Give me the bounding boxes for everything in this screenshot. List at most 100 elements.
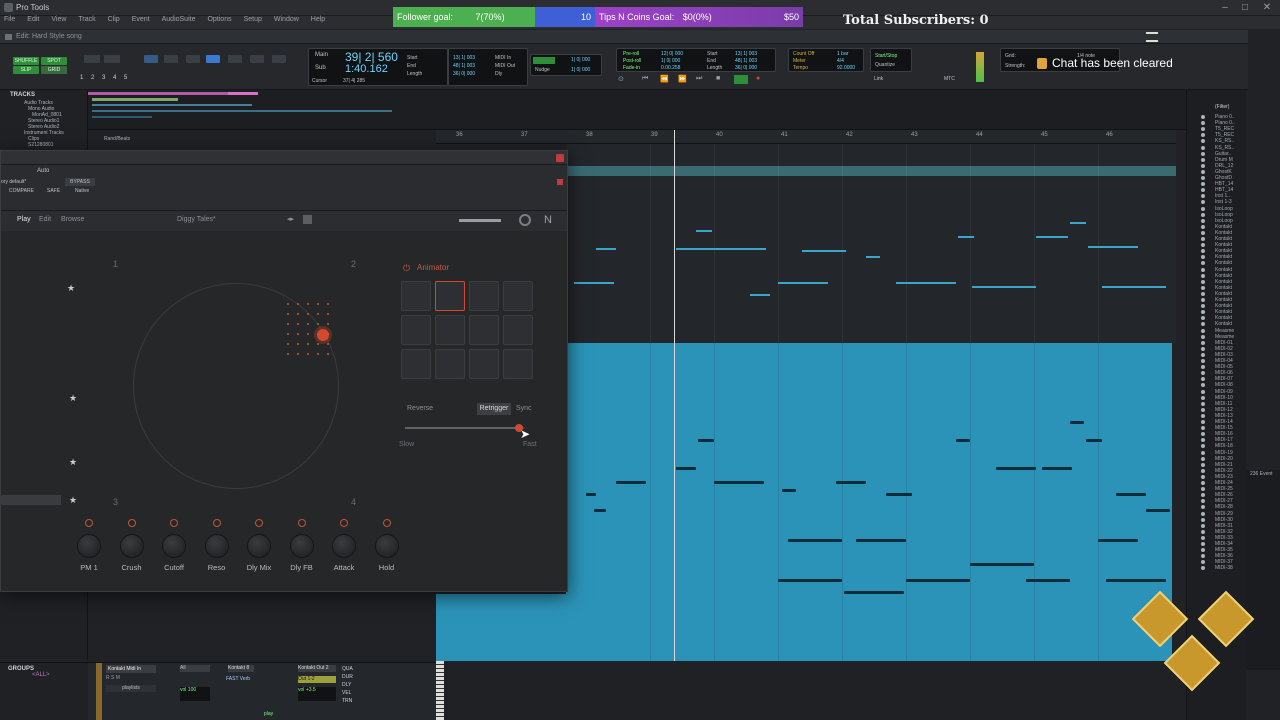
clip-list-item[interactable]: MIDI-12: [1201, 407, 1233, 413]
transport-counters[interactable]: Pre-roll Post-roll Fade-in 12| 0| 000 1|…: [616, 48, 776, 72]
star-icon[interactable]: ★: [67, 283, 75, 294]
clip-list-item[interactable]: MIDI-07: [1201, 376, 1233, 382]
clip-list-item[interactable]: T5_REC: [1201, 126, 1234, 132]
midi-note[interactable]: [996, 467, 1036, 470]
clip-list-item[interactable]: KS_RS..: [1201, 145, 1234, 151]
star-burst-shape-icon[interactable]: [503, 349, 533, 379]
midi-note[interactable]: [958, 236, 974, 238]
mtc-label[interactable]: MTC: [944, 76, 955, 82]
midi-note[interactable]: [1106, 579, 1166, 582]
midi-note[interactable]: [676, 467, 696, 470]
midi-note[interactable]: [856, 539, 906, 542]
triangle-shape-icon[interactable]: [469, 281, 499, 311]
tab-play[interactable]: Play: [17, 216, 31, 223]
midi-note[interactable]: [836, 481, 866, 484]
rewind-icon[interactable]: ⏪: [660, 75, 669, 83]
playlists-button[interactable]: playlists: [106, 685, 156, 692]
clip-list-item[interactable]: Kontakt: [1201, 224, 1232, 230]
power-icon[interactable]: [519, 214, 531, 226]
bar-ruler[interactable]: 36 37 38 39 40 41 42 43 44 45 46: [436, 130, 1176, 144]
menu-file[interactable]: File: [4, 16, 15, 29]
clip-list-item[interactable]: Kontakt: [1201, 267, 1232, 273]
grid-mode-button[interactable]: GRID: [41, 66, 67, 74]
clip-list-item[interactable]: KS_RS..: [1201, 138, 1234, 144]
clip-list-item[interactable]: MIDI-28: [1201, 504, 1233, 510]
hand-tool-icon[interactable]: [228, 55, 242, 63]
flower-shape-icon[interactable]: [401, 349, 431, 379]
piano-keys[interactable]: [436, 661, 444, 720]
clip-list-item[interactable]: Inst 1-3: [1201, 199, 1232, 205]
midi-note[interactable]: [1146, 509, 1170, 512]
fast-forward-icon[interactable]: ⏩: [678, 75, 687, 83]
midi-in-label[interactable]: MIDI In: [495, 54, 511, 62]
animator-power-icon[interactable]: ⏻: [403, 263, 410, 274]
clip-list-item[interactable]: IsoLoop: [1201, 206, 1233, 212]
clip-list-item[interactable]: MIDI-36: [1201, 553, 1233, 559]
overview-clip[interactable]: [92, 104, 252, 106]
clip-list-item[interactable]: MIDI-16: [1201, 431, 1233, 437]
input-selector[interactable]: All: [180, 665, 210, 672]
clip-list-item[interactable]: MIDI-26: [1201, 492, 1233, 498]
menu-edit[interactable]: Edit: [27, 16, 39, 29]
plugin-window[interactable]: Auto ory default* BYPASS COMPARE SAFE Na…: [0, 150, 568, 592]
midi-note[interactable]: [1086, 439, 1102, 442]
menu-window[interactable]: Window: [274, 16, 299, 29]
track-buttons[interactable]: R S M: [106, 675, 156, 682]
maximize-icon[interactable]: □: [1238, 2, 1252, 14]
tab-browse[interactable]: Browse: [61, 216, 84, 223]
grid-toggle[interactable]: [533, 57, 555, 64]
speed-slider-track[interactable]: [405, 424, 525, 432]
clip-list-item[interactable]: Kontakt: [1201, 291, 1232, 297]
speaker-tool-icon[interactable]: [250, 55, 264, 63]
grid-nudge-counter[interactable]: 1| 0| 000 Nudge 1| 0| 000: [530, 54, 602, 76]
midi-note[interactable]: [886, 493, 912, 496]
clip-list-item[interactable]: MIDI-25: [1201, 486, 1233, 492]
knob-modulation-led[interactable]: [170, 519, 178, 527]
menu-options[interactable]: Options: [207, 16, 231, 29]
clip-list-item[interactable]: MIDI-22: [1201, 468, 1233, 474]
dur-label[interactable]: DUR: [342, 674, 353, 680]
knob-modulation-led[interactable]: [85, 519, 93, 527]
trn-label[interactable]: TRN: [342, 698, 352, 704]
midi-note[interactable]: [844, 591, 904, 594]
clover-shape-icon[interactable]: [469, 349, 499, 379]
slip-mode-button[interactable]: SLIP: [13, 66, 39, 74]
stop-icon[interactable]: ■: [716, 75, 720, 82]
star-icon[interactable]: ★: [69, 495, 77, 506]
zigzag-shape-icon[interactable]: [435, 315, 465, 345]
return-to-zero-icon[interactable]: ⏮: [642, 75, 648, 83]
lissajous-shape-icon[interactable]: [469, 315, 499, 345]
preset-name[interactable]: Diggy Tales*: [177, 216, 216, 223]
clip-list-item[interactable]: MIDI-32: [1201, 529, 1233, 535]
midi-note[interactable]: [788, 539, 842, 542]
clip-list-item[interactable]: MIDI-38: [1201, 565, 1233, 571]
out-vol-readout[interactable]: vol +3.5: [298, 687, 336, 701]
quantize-controls[interactable]: Start/Stop Quantize: [870, 48, 912, 72]
rings-shape-icon[interactable]: [435, 349, 465, 379]
midi-note[interactable]: [1088, 246, 1138, 248]
midi-note[interactable]: [896, 282, 956, 284]
clip-list-item[interactable]: MIDI-10: [1201, 395, 1233, 401]
clip-list-item[interactable]: Kontakt: [1201, 309, 1232, 315]
midi-out-label[interactable]: MIDI Out: [495, 62, 515, 70]
side-slider[interactable]: [1, 495, 61, 505]
midi-note[interactable]: [1116, 493, 1146, 496]
shuffle-mode-button[interactable]: SHUFFLE: [13, 57, 39, 65]
clip-list-item[interactable]: MIDI-29: [1201, 511, 1233, 517]
tab-edit[interactable]: Edit: [39, 216, 51, 223]
clip-list-item[interactable]: HBT_14: [1201, 187, 1233, 193]
clip-list-item[interactable]: Kontakt: [1201, 230, 1232, 236]
midi-lane-selected-left[interactable]: [436, 594, 566, 661]
knob-modulation-led[interactable]: [297, 519, 306, 527]
midi-note[interactable]: [906, 579, 970, 582]
menu-clip[interactable]: Clip: [108, 16, 120, 29]
bus-selector[interactable]: Kontakt 8: [228, 665, 254, 672]
overview-clip[interactable]: [92, 110, 392, 112]
clip-list-item[interactable]: Kontakt: [1201, 297, 1232, 303]
menu-help[interactable]: Help: [311, 16, 325, 29]
trim-tool-icon[interactable]: [144, 55, 158, 63]
midi-note[interactable]: [676, 248, 716, 250]
preset-arrows-icon[interactable]: ◂▸: [287, 215, 294, 223]
clip-list-item[interactable]: Kontakt: [1201, 303, 1232, 309]
send-selector[interactable]: FAST Verb: [226, 676, 260, 683]
